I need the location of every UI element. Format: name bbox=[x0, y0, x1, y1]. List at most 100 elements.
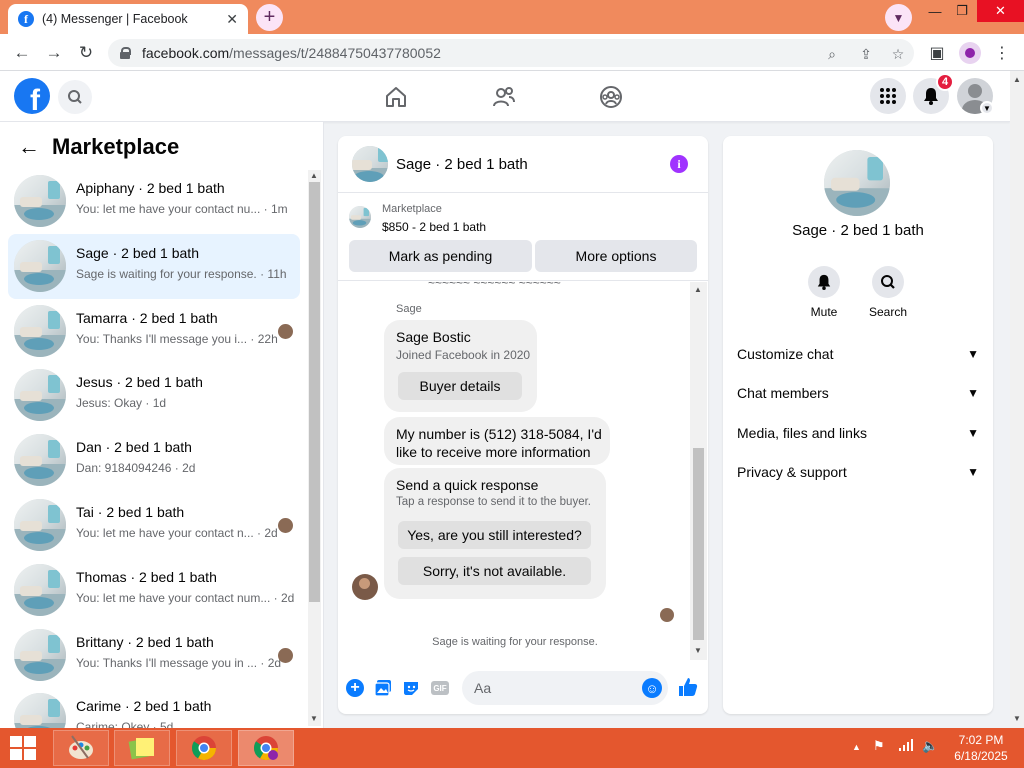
conversation-item[interactable]: Tai · 2 bed 1 bath You: let me have your … bbox=[8, 493, 300, 558]
gif-icon[interactable]: GIF bbox=[431, 681, 449, 695]
menu-grid-icon[interactable] bbox=[870, 78, 906, 114]
seen-avatar bbox=[660, 608, 674, 622]
conversation-item[interactable]: Brittany · 2 bed 1 bath You: Thanks I'll … bbox=[8, 623, 300, 688]
tray-flag-icon[interactable]: ⚑ bbox=[873, 738, 885, 754]
browser-tab-messenger[interactable]: f (4) Messenger | Facebook ✕ bbox=[8, 4, 248, 34]
windows-start-icon[interactable] bbox=[10, 736, 38, 762]
search-icon[interactable] bbox=[872, 266, 904, 298]
search-conversation-button[interactable]: Search bbox=[858, 266, 918, 319]
conversation-item[interactable]: Apiphany · 2 bed 1 bath You: let me have … bbox=[8, 169, 300, 234]
scroll-down-arrow-icon[interactable]: ▼ bbox=[694, 646, 702, 655]
conversation-list-scrollbar[interactable]: ▲ ▼ bbox=[308, 170, 321, 726]
browser-menu-icon[interactable]: ⋮ bbox=[991, 42, 1013, 64]
tab-search-chevron-icon[interactable]: ▼ bbox=[885, 4, 912, 31]
info-icon[interactable]: i bbox=[670, 155, 688, 173]
conversation-item[interactable]: Dan · 2 bed 1 bath Dan: 9184094246 · 2d bbox=[8, 428, 300, 493]
chevron-down-icon: ▼ bbox=[967, 426, 979, 440]
photo-icon[interactable] bbox=[373, 678, 393, 698]
browser-profile-icon[interactable] bbox=[959, 42, 981, 64]
conversation-item[interactable]: Sage · 2 bed 1 bath Sage is waiting for y… bbox=[8, 233, 300, 299]
chat-scrollbar[interactable]: ▲ ▼ bbox=[690, 282, 707, 660]
reload-icon[interactable]: ↻ bbox=[75, 42, 97, 64]
section-chat-members[interactable]: Chat members ▼ bbox=[737, 381, 979, 405]
forward-arrow-icon[interactable]: → bbox=[43, 42, 65, 64]
tray-network-icon[interactable] bbox=[898, 738, 914, 755]
conversation-item[interactable]: Jesus · 2 bed 1 bath Jesus: Okay · 1d bbox=[8, 363, 300, 428]
share-icon[interactable]: ⇪ bbox=[858, 46, 874, 62]
home-icon[interactable] bbox=[383, 84, 409, 110]
taskbar-app-chrome-profile[interactable] bbox=[238, 730, 294, 766]
new-tab-button[interactable]: + bbox=[256, 4, 283, 31]
mute-button[interactable]: Mute bbox=[794, 266, 854, 319]
buyer-details-button[interactable]: Buyer details bbox=[398, 372, 522, 400]
address-bar[interactable]: facebook.com/messages/t/2488475043778005… bbox=[108, 39, 914, 67]
facebook-search-icon[interactable] bbox=[58, 80, 92, 114]
conversation-item[interactable]: Thomas · 2 bed 1 bath You: let me have yo… bbox=[8, 558, 300, 623]
message-bubble: My number is (512) 318-5084, I'd like to… bbox=[384, 417, 610, 465]
restore-icon[interactable]: ❐ bbox=[947, 0, 977, 22]
quick-response-subtitle: Tap a response to send it to the buyer. bbox=[396, 496, 591, 508]
friends-icon[interactable] bbox=[491, 84, 517, 110]
tray-volume-icon[interactable]: 🔈 bbox=[922, 738, 938, 754]
account-chevron-down-icon[interactable]: ▼ bbox=[980, 101, 994, 115]
chat-title[interactable]: Sage · 2 bed 1 bath bbox=[396, 156, 528, 173]
sticker-icon[interactable] bbox=[401, 678, 421, 698]
back-arrow-icon[interactable]: ← bbox=[11, 42, 33, 64]
conversation-name: Jesus · 2 bed 1 bath bbox=[76, 374, 203, 391]
quick-reply-still-interested[interactable]: Yes, are you still interested? bbox=[398, 521, 591, 549]
seen-avatar bbox=[278, 518, 293, 533]
scroll-down-arrow-icon[interactable]: ▼ bbox=[1013, 714, 1021, 723]
section-label: Media, files and links bbox=[737, 425, 867, 441]
message-line-2: like to receive more information bbox=[396, 444, 591, 460]
groups-icon[interactable] bbox=[598, 84, 624, 110]
taskbar-app-chrome[interactable] bbox=[176, 730, 232, 766]
conversation-item[interactable]: Tamarra · 2 bed 1 bath You: Thanks I'll m… bbox=[8, 299, 300, 364]
taskbar-app-paint[interactable] bbox=[53, 730, 109, 766]
side-panel-icon[interactable]: ▣ bbox=[926, 42, 948, 64]
message-input[interactable] bbox=[462, 671, 668, 705]
mark-as-pending-button[interactable]: Mark as pending bbox=[349, 240, 532, 272]
marketplace-header: ← Marketplace bbox=[18, 134, 179, 160]
mute-bell-icon[interactable] bbox=[808, 266, 840, 298]
scroll-up-arrow-icon[interactable]: ▲ bbox=[1013, 75, 1021, 84]
listing-large-thumbnail[interactable] bbox=[824, 150, 890, 216]
quick-reply-not-available[interactable]: Sorry, it's not available. bbox=[398, 557, 591, 585]
taskbar-clock[interactable]: 7:02 PM 6/18/2025 bbox=[948, 732, 1014, 764]
scrollbar-thumb[interactable] bbox=[693, 448, 704, 640]
back-arrow-icon[interactable]: ← bbox=[18, 134, 40, 160]
tab-close-icon[interactable]: ✕ bbox=[226, 11, 238, 28]
chat-listing-thumbnail[interactable] bbox=[352, 146, 388, 182]
tray-expand-icon[interactable]: ▲ bbox=[852, 742, 861, 752]
more-options-button[interactable]: More options bbox=[535, 240, 697, 272]
seen-avatar bbox=[278, 647, 293, 663]
scroll-up-arrow-icon[interactable]: ▲ bbox=[694, 285, 702, 294]
page-scrollbar[interactable]: ▲ ▼ bbox=[1010, 71, 1024, 728]
clipped-message-text: ~~~~~~ ~~~~~~ ~~~~~~ bbox=[428, 282, 561, 290]
conversation-snippet: You: Thanks I'll message you in ... · 2d bbox=[76, 655, 282, 670]
notification-badge: 4 bbox=[936, 73, 954, 91]
scroll-up-arrow-icon[interactable]: ▲ bbox=[310, 171, 318, 180]
section-privacy-support[interactable]: Privacy & support ▼ bbox=[737, 460, 979, 484]
plus-icon[interactable]: + bbox=[346, 679, 364, 697]
listing-price[interactable]: $850 - 2 bed 1 bath bbox=[382, 220, 486, 234]
thumbs-up-icon[interactable] bbox=[677, 676, 699, 698]
scrollbar-thumb[interactable] bbox=[309, 182, 320, 602]
conversation-snippet: Jesus: Okay · 1d bbox=[76, 396, 167, 411]
taskbar-app-sticky-notes[interactable] bbox=[114, 730, 170, 766]
browser-tab-bar: f (4) Messenger | Facebook ✕ + ▼ — ❐ ✕ bbox=[0, 0, 1024, 34]
conversation-item[interactable]: Carime · 2 bed 1 bath Carime: Okey · 5d bbox=[8, 687, 300, 728]
marketplace-conversation-list: ← Marketplace Apiphany · 2 bed 1 bath You… bbox=[0, 122, 324, 728]
facebook-logo-icon[interactable]: f bbox=[14, 78, 50, 114]
window-close-icon[interactable]: ✕ bbox=[977, 0, 1024, 22]
bookmark-star-icon[interactable]: ☆ bbox=[890, 46, 906, 62]
listing-thumbnail[interactable] bbox=[349, 206, 371, 228]
minimize-icon[interactable]: — bbox=[920, 0, 950, 22]
scroll-down-arrow-icon[interactable]: ▼ bbox=[310, 714, 318, 723]
sage-avatar[interactable] bbox=[352, 574, 378, 600]
conversation-snippet: You: let me have your contact nu... · 1m bbox=[76, 202, 288, 216]
section-customize-chat[interactable]: Customize chat ▼ bbox=[737, 342, 979, 366]
zoom-icon[interactable]: ⌕ bbox=[824, 46, 840, 62]
emoji-icon[interactable]: ☺ bbox=[642, 678, 662, 698]
section-media-files-links[interactable]: Media, files and links ▼ bbox=[737, 421, 979, 445]
seen-avatar bbox=[278, 323, 293, 339]
